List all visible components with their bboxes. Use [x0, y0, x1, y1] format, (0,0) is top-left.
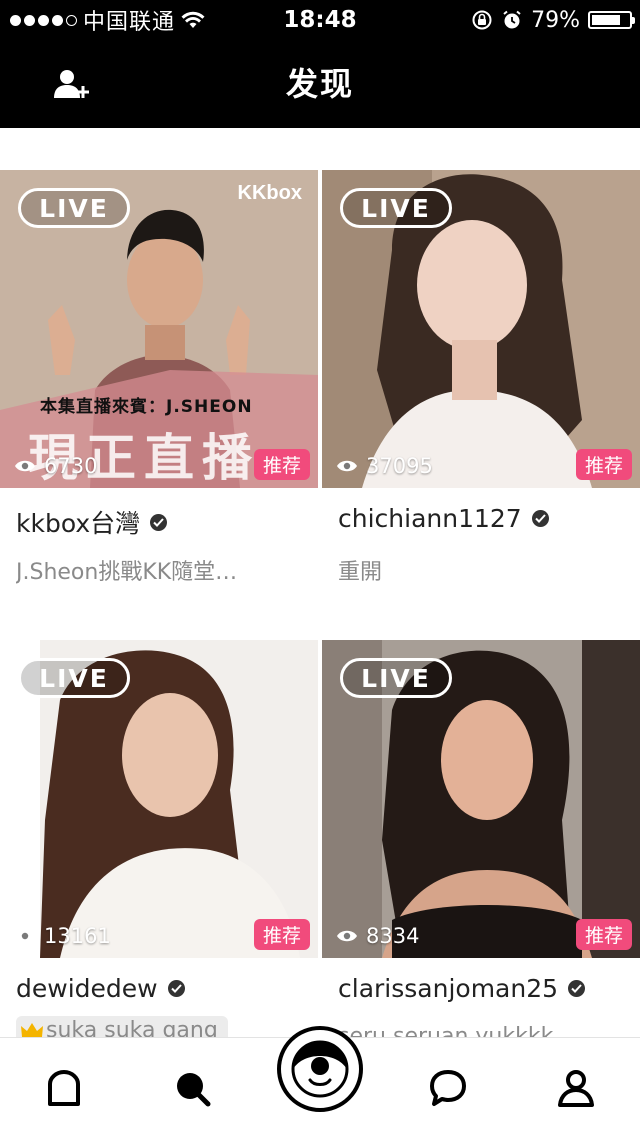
- host-name-label: dewidedew: [16, 974, 158, 1003]
- host-name[interactable]: kkbox台灣: [16, 504, 168, 540]
- viewer-count: 8334: [336, 924, 419, 948]
- kkbox-logo: KKbox: [237, 182, 302, 204]
- rotation-lock-icon: [472, 10, 492, 30]
- viewer-count-value: 13161: [44, 924, 111, 948]
- battery-icon: [588, 11, 635, 29]
- host-name[interactable]: chichiann1127: [338, 504, 549, 533]
- live-thumbnail[interactable]: KKbox 本集直播來賓：J.SHEON 現正直播 LIVE 6730 推荐: [0, 170, 318, 488]
- guest-caption: 本集直播來賓：J.SHEON: [40, 397, 253, 417]
- recommend-tag: 推荐: [575, 449, 632, 480]
- host-name[interactable]: dewidedew: [16, 974, 185, 1003]
- page-title: 发现: [285, 65, 354, 103]
- eye-icon: [15, 460, 35, 472]
- live-camera-icon: [291, 1040, 349, 1098]
- nav-bar: 发现: [0, 40, 640, 128]
- battery-percent: 79%: [531, 7, 580, 33]
- eye-icon: [337, 930, 357, 942]
- viewer-count-value: 8334: [366, 924, 420, 948]
- status-right: 79%: [471, 0, 635, 40]
- profile-icon: [558, 1070, 594, 1107]
- live-card[interactable]: LIVE 13161 推荐 dewidedew suka suka gang: [0, 640, 318, 1060]
- stream-description: 重開: [338, 560, 383, 585]
- tab-home[interactable]: [36, 1060, 92, 1116]
- host-name[interactable]: clarissanjoman25: [338, 974, 586, 1003]
- live-card[interactable]: LIVE 37095 推荐 chichiann1127 重開: [322, 170, 640, 590]
- live-badge: LIVE: [18, 658, 130, 698]
- recommend-tag: 推荐: [253, 919, 310, 950]
- live-thumbnail[interactable]: LIVE 37095 推荐: [322, 170, 640, 488]
- status-bar: 中国联通 18:48 79%: [0, 0, 640, 40]
- live-card[interactable]: KKbox 本集直播來賓：J.SHEON 現正直播 LIVE 6730 推荐 k…: [0, 170, 318, 590]
- host-name-label: kkbox台灣: [16, 509, 141, 538]
- tab-profile[interactable]: [548, 1060, 604, 1116]
- live-card[interactable]: LIVE 8334 推荐 clarissanjoman25 seru serua…: [322, 640, 640, 1060]
- host-name-label: chichiann1127: [338, 504, 522, 533]
- chat-icon: [430, 1070, 466, 1106]
- recommend-tag: 推荐: [575, 919, 632, 950]
- viewer-count: 37095: [336, 454, 433, 478]
- verified-icon: [531, 510, 549, 527]
- live-thumbnail[interactable]: LIVE 13161 推荐: [0, 640, 318, 958]
- viewer-count-value: 37095: [366, 454, 433, 478]
- recommend-tag: 推荐: [253, 449, 310, 480]
- eye-icon: [15, 930, 35, 942]
- live-badge: LIVE: [340, 658, 452, 698]
- host-name-label: clarissanjoman25: [338, 974, 559, 1003]
- go-live-button[interactable]: [277, 1026, 363, 1112]
- verified-icon: [167, 980, 185, 997]
- live-badge: LIVE: [18, 188, 130, 228]
- eye-icon: [337, 460, 357, 472]
- viewer-count-value: 6730: [44, 454, 98, 478]
- live-badge: LIVE: [340, 188, 452, 228]
- tab-search[interactable]: [164, 1060, 220, 1116]
- discover-screen: 中国联通 18:48 79% 发现 KKbox 本集直播來賓：J.SHEON 現…: [0, 0, 640, 1136]
- verified-icon: [150, 513, 168, 531]
- verified-icon: [568, 980, 586, 997]
- viewer-count: 6730: [14, 454, 97, 478]
- battery-level: [592, 15, 620, 25]
- viewer-count: 13161: [14, 924, 111, 948]
- alarm-icon: [503, 10, 521, 29]
- stream-description: J.Sheon挑戰KK隨堂…: [16, 560, 238, 585]
- tab-bar: [0, 1026, 640, 1136]
- tab-messages[interactable]: [420, 1060, 476, 1116]
- home-icon: [48, 1070, 80, 1106]
- search-icon: [177, 1073, 211, 1107]
- live-thumbnail[interactable]: LIVE 8334 推荐: [322, 640, 640, 958]
